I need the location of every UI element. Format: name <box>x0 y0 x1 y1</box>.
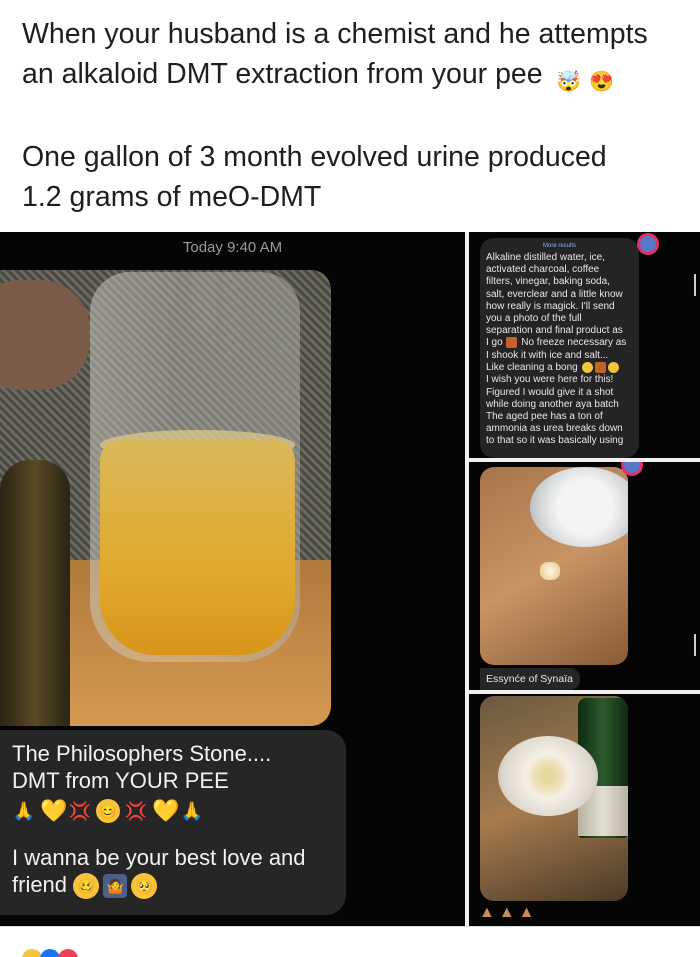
bubble-line-1: The Philosophers Stone.... <box>12 741 272 766</box>
photo-bottle-cap <box>530 467 628 547</box>
chat-screenshot-left: Today 9:40 AM The Philosophers Stone....… <box>0 232 465 926</box>
photo-cap-with-residue <box>498 736 598 816</box>
message-line: I shook it with ice and salt... <box>486 349 609 361</box>
caption-line-1: When your husband is a chemist and he at… <box>22 18 648 50</box>
pleading-face-emoji-icon: 🥺 <box>131 873 158 900</box>
photo-yellow-liquid <box>100 440 295 655</box>
shrug-person-emoji-icon: 🤷 <box>103 874 128 899</box>
reaction-haha-icon[interactable] <box>22 949 42 957</box>
reaction-avatar-icon[interactable] <box>637 233 659 255</box>
photo-dark-bottle <box>0 460 70 726</box>
person-emoji-icon <box>594 361 606 373</box>
sunset-emoji-icon <box>506 337 518 349</box>
post-reaction-bar <box>0 926 700 957</box>
heart-eyes-emoji-icon: 😍 <box>589 71 615 93</box>
caption-line-2-text: an alkaloid DMT extraction from your pee <box>22 58 543 90</box>
message-line: how really is magick. I'll send <box>486 300 615 312</box>
message-line: I go <box>486 337 503 349</box>
reaction-love-icon[interactable] <box>58 949 78 957</box>
woozy-face-emoji-icon: 🥴 <box>73 873 100 900</box>
cap-with-residue-photo[interactable] <box>480 696 628 901</box>
crystal-in-palm-photo[interactable] <box>480 467 628 665</box>
reaction-like-icon[interactable] <box>40 949 60 957</box>
caption-line-2: an alkaloid DMT extraction from your pee… <box>22 54 692 97</box>
yellow-heart-emoji-icon: 💛 <box>40 798 68 824</box>
message-timestamp: Today 9:40 AM <box>182 239 283 256</box>
pray-emoji-icon: 🙏 <box>12 801 36 822</box>
bubble-line-4: friend <box>12 872 68 897</box>
message-line: salt, everclear and a little know <box>486 288 623 300</box>
text-message-bubble[interactable]: The Philosophers Stone.... DMT from YOUR… <box>0 730 346 915</box>
more-results-link[interactable]: More results <box>543 240 576 252</box>
laugh-emoji-icon <box>607 361 619 373</box>
message-line: No freeze necessary as <box>521 337 627 349</box>
long-text-message-bubble[interactable]: More results Alkaline distilled water, i… <box>480 238 639 458</box>
smile-emoji-icon: 😊 <box>96 799 120 824</box>
message-line: to that so it was basically using <box>486 435 624 447</box>
message-line-with-emoji: Like cleaning a bong <box>486 361 633 374</box>
message-line: ammonia as urea breaks down <box>486 423 623 435</box>
message-line: separation and final product as <box>486 325 623 337</box>
photo-hand <box>0 280 90 390</box>
thumbs-reaction-icons: ▲▲▲ <box>479 904 539 921</box>
message-line: filters, vinegar, baking soda, <box>486 276 610 288</box>
emoji-row: 🙏 💛💢 😊 💢 💛🙏 <box>12 796 334 830</box>
scroll-indicator <box>694 274 696 296</box>
chat-screenshot-right-bottom: ▲▲▲ <box>469 694 700 926</box>
caption-line-4: 1.2 grams of meO-DMT <box>22 181 322 213</box>
grin-emoji-icon <box>581 361 593 373</box>
message-line: Alkaline distilled water, ice, <box>486 252 605 263</box>
photo-caption-label: Essynće of Synaïa <box>480 668 580 690</box>
bubble-line-3: I wanna be your best love and <box>12 845 306 870</box>
yellow-heart-emoji-icon: 💛 <box>152 798 180 824</box>
message-line-with-emoji: I go No freeze necessary as <box>486 337 633 349</box>
chat-screenshot-right-middle: Essynće of Synaïa <box>469 462 700 690</box>
bubble-line-4-wrap: friend 🥴 🤷 🥺 <box>12 871 334 900</box>
message-line: Like cleaning a bong <box>486 362 578 374</box>
anger-emoji-icon: 💢 <box>124 801 148 822</box>
bubble-line-2: DMT from YOUR PEE <box>12 768 229 793</box>
scroll-indicator <box>694 634 696 656</box>
message-line: I wish you were here for this! <box>486 374 614 386</box>
message-line: Figured I would give it a shot <box>486 386 614 398</box>
anger-emoji-icon: 💢 <box>68 801 92 822</box>
exploding-head-emoji-icon: 🤯 <box>556 71 582 93</box>
photo-crystal <box>540 562 560 580</box>
caption-line-3: One gallon of 3 month evolved urine prod… <box>22 141 607 173</box>
message-line: while doing another aya batch <box>486 398 619 410</box>
post-caption: When your husband is a chemist and he at… <box>22 14 692 217</box>
message-line: The aged pee has a ton of <box>486 410 603 422</box>
screenshot-collage[interactable]: Today 9:40 AM The Philosophers Stone....… <box>0 232 700 926</box>
chat-screenshot-right-top: More results Alkaline distilled water, i… <box>469 232 700 458</box>
message-line: activated charcoal, coffee <box>486 264 600 276</box>
pray-emoji-icon: 🙏 <box>180 801 204 822</box>
message-line: you a photo of the full <box>486 313 582 325</box>
jar-photo-message[interactable] <box>0 270 331 726</box>
